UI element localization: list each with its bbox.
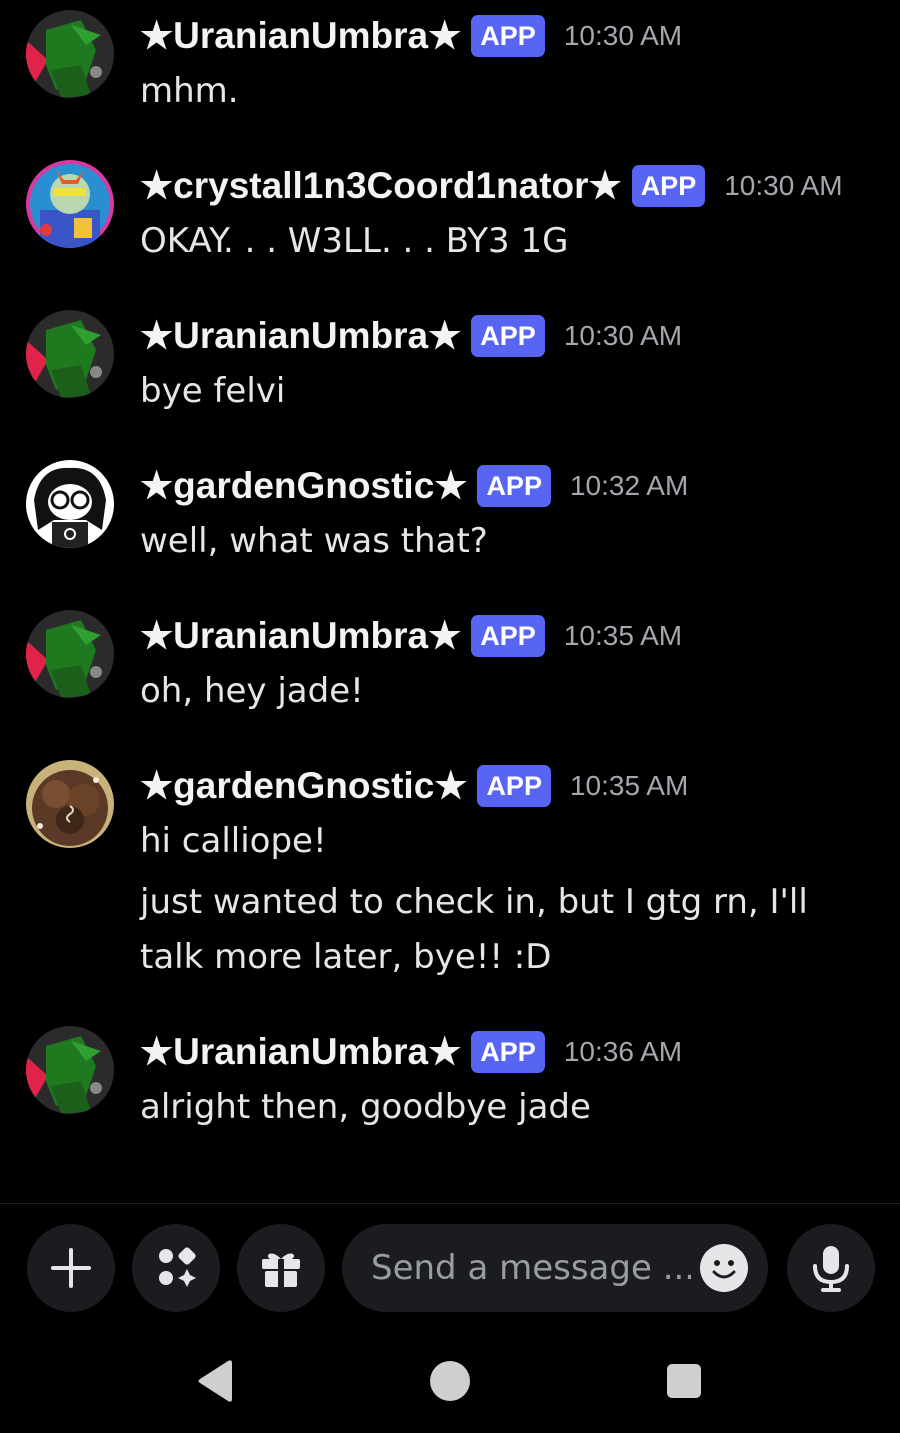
gift-icon [262, 1253, 300, 1287]
app-badge: APP [477, 464, 551, 507]
avatar[interactable] [26, 460, 114, 548]
timestamp: 10:30 AM [563, 19, 683, 51]
message[interactable]: ★gardenGnostic★ APP 10:35 AM hi calliope… [0, 750, 900, 1000]
message-text: oh, hey jade! [140, 671, 364, 711]
message-text: well, what was that? [140, 521, 488, 561]
timestamp: 10:32 AM [569, 469, 689, 501]
emoji-icon [700, 1244, 748, 1292]
message-text: hi calliope! [140, 821, 327, 861]
username[interactable]: ★UranianUmbra★ [140, 14, 461, 57]
avatar[interactable] [26, 1026, 114, 1114]
message-composer [0, 1203, 900, 1334]
recents-button[interactable] [666, 1363, 702, 1403]
message-text: OKAY. . . W3LL. . . BY3 1G [140, 221, 569, 261]
app-badge: APP [471, 614, 545, 657]
message-text: mhm. [140, 71, 239, 111]
message-text: bye felvi [140, 371, 286, 411]
timestamp: 10:30 AM [563, 319, 683, 351]
message-text: alright then, goodbye jade [140, 1087, 591, 1127]
message[interactable]: ★gardenGnostic★ APP 10:32 AM well, what … [0, 450, 900, 590]
username[interactable]: ★UranianUmbra★ [140, 1030, 461, 1073]
microphone-icon [813, 1246, 849, 1292]
uranian-avatar-icon [26, 610, 114, 698]
recents-icon [667, 1364, 701, 1398]
timestamp: 10:36 AM [563, 1035, 683, 1067]
apps-icon [159, 1247, 196, 1287]
back-button[interactable] [196, 1359, 236, 1407]
timestamp: 10:35 AM [569, 769, 689, 801]
app-badge: APP [471, 14, 545, 57]
apps-button[interactable] [132, 1224, 220, 1312]
uranian-avatar-icon [26, 1026, 114, 1114]
add-attachment-button[interactable] [27, 1224, 115, 1312]
home-button[interactable] [428, 1359, 472, 1407]
message-input-wrapper[interactable] [342, 1224, 768, 1312]
app-badge: APP [471, 314, 545, 357]
uranian-avatar-icon [26, 10, 114, 98]
username[interactable]: ★crystall1n3Coord1nator★ [140, 164, 622, 207]
message[interactable]: ★UranianUmbra★ APP 10:30 AM mhm. [0, 0, 900, 140]
message[interactable]: ★UranianUmbra★ APP 10:35 AM oh, hey jade… [0, 600, 900, 740]
garden-avatar-bw-icon [26, 460, 114, 548]
system-nav-bar [0, 1333, 900, 1433]
message[interactable]: ★UranianUmbra★ APP 10:36 AM alright then… [0, 1016, 900, 1156]
app-badge: APP [477, 764, 551, 807]
avatar[interactable] [26, 160, 114, 248]
avatar[interactable] [26, 10, 114, 98]
username[interactable]: ★gardenGnostic★ [140, 764, 467, 807]
timestamp: 10:35 AM [563, 619, 683, 651]
username[interactable]: ★gardenGnostic★ [140, 464, 467, 507]
timestamp: 10:30 AM [724, 169, 843, 201]
avatar[interactable] [26, 610, 114, 698]
app-badge: APP [631, 164, 706, 207]
app-badge: APP [471, 1030, 545, 1073]
back-icon [198, 1360, 232, 1402]
home-icon [430, 1361, 470, 1401]
avatar[interactable] [26, 310, 114, 398]
garden-avatar-brown-icon [26, 760, 114, 848]
voice-message-button[interactable] [787, 1224, 875, 1312]
emoji-button[interactable] [700, 1244, 748, 1292]
message-text: just wanted to check in, but I gtg rn, I… [140, 882, 808, 977]
message-input[interactable] [371, 1224, 691, 1312]
message-list[interactable]: ★UranianUmbra★ APP 10:30 AM mhm. ★crysta… [0, 0, 900, 1200]
uranian-avatar-icon [26, 310, 114, 398]
username[interactable]: ★UranianUmbra★ [140, 614, 461, 657]
username[interactable]: ★UranianUmbra★ [140, 314, 461, 357]
message[interactable]: ★UranianUmbra★ APP 10:30 AM bye felvi [0, 300, 900, 440]
avatar[interactable] [26, 760, 114, 848]
plus-icon [51, 1248, 91, 1288]
message[interactable]: ★crystall1n3Coord1nator★ APP 10:30 AM OK… [0, 150, 900, 290]
gift-button[interactable] [237, 1224, 325, 1312]
crystal-avatar-icon [26, 160, 114, 248]
